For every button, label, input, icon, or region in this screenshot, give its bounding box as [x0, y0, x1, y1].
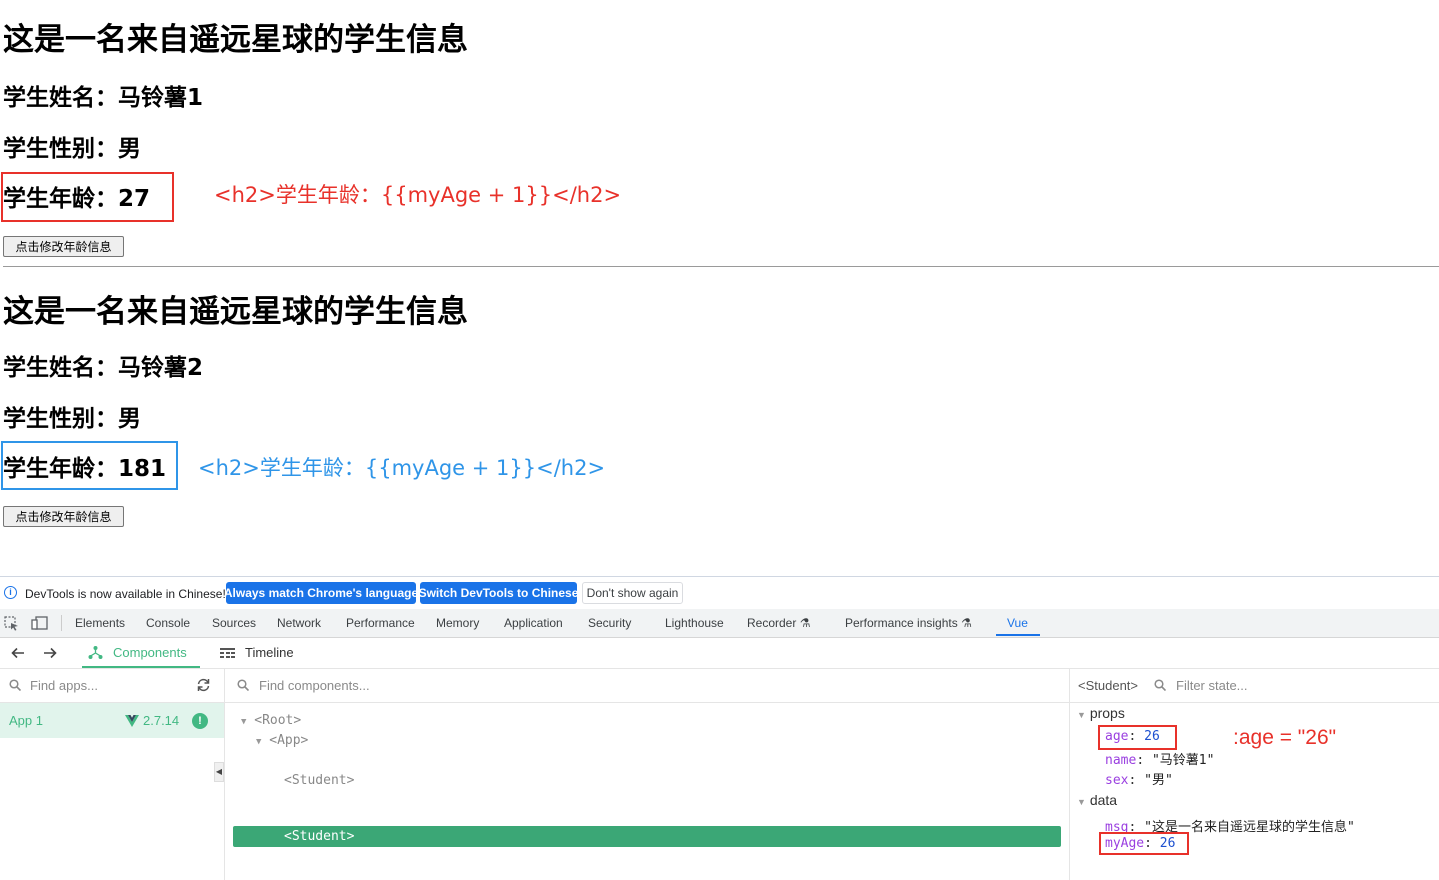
- tab-performance[interactable]: Performance: [346, 616, 415, 630]
- tab-recorder[interactable]: Recorder ⚗: [747, 616, 810, 630]
- components-icon: [88, 646, 103, 659]
- expand-triangle-icon: ▼: [1077, 797, 1086, 807]
- devtools-tabbar: Elements Console Sources Network Perform…: [0, 609, 1439, 638]
- tree-node-root[interactable]: ▼ <Root>: [241, 713, 301, 728]
- selected-component-name: <Student>: [1078, 678, 1138, 693]
- components-pane: Find components... ▼ <Root> ▼ <App> <Stu…: [225, 669, 1070, 880]
- student1-age-highlight-box: [1, 172, 174, 222]
- student2-change-age-button[interactable]: 点击修改年龄信息: [3, 506, 124, 527]
- prop-value: "男": [1144, 773, 1173, 788]
- prop-name[interactable]: name: "马铃薯1": [1105, 749, 1214, 768]
- student2-sex: 学生性别：男: [3, 406, 141, 432]
- vue-version: 2.7.14: [143, 713, 180, 728]
- flask-icon: ⚗: [799, 616, 811, 630]
- student2-age-highlight-box: [1, 441, 178, 490]
- student1-change-age-button[interactable]: 点击修改年龄信息: [3, 236, 124, 257]
- tree-node-student-2[interactable]: <Student>: [284, 773, 354, 788]
- student1-title: 这是一名来自遥远星球的学生信息: [3, 22, 468, 58]
- expand-triangle-icon: ▼: [256, 737, 262, 747]
- dont-show-again-button[interactable]: Don't show again: [582, 582, 683, 604]
- tree-node-student-selected[interactable]: <Student>: [233, 827, 1061, 847]
- tree-node-app[interactable]: ▼ <App>: [256, 733, 308, 748]
- tab-application[interactable]: Application: [504, 616, 563, 630]
- timeline-icon: [220, 648, 235, 658]
- tab-performance-insights[interactable]: Performance insights ⚗: [845, 616, 972, 630]
- refresh-icon[interactable]: [196, 678, 211, 692]
- back-arrow-icon[interactable]: [11, 646, 25, 660]
- filter-state-input[interactable]: Filter state...: [1176, 678, 1248, 693]
- search-icon: [237, 679, 249, 691]
- tab-recorder-label: Recorder: [747, 616, 797, 630]
- tree-node-label: <App>: [269, 733, 309, 748]
- prop-value: "马铃薯1": [1151, 753, 1215, 768]
- tab-console[interactable]: Console: [146, 616, 190, 630]
- search-icon: [1154, 679, 1166, 691]
- tab-elements[interactable]: Elements: [75, 616, 125, 630]
- divider: [3, 266, 1439, 267]
- tab-lighthouse[interactable]: Lighthouse: [665, 616, 724, 630]
- data-section-header[interactable]: ▼ data: [1077, 792, 1117, 808]
- tree-node-label: <Student>: [284, 829, 355, 844]
- find-components-input[interactable]: Find components...: [259, 678, 370, 693]
- state-annotation: :age = "26": [1233, 726, 1337, 749]
- student2-annotation: <h2>学生年龄：{{myAge + 1}}</h2>: [198, 456, 606, 480]
- devtools-infobar: i DevTools is now available in Chinese! …: [0, 577, 1439, 609]
- inspect-element-icon[interactable]: [4, 616, 19, 631]
- tabbar-separator: [61, 615, 62, 631]
- tab-components-label: Components: [113, 645, 187, 660]
- expand-triangle-icon: ▼: [1077, 710, 1086, 720]
- prop-key: sex: [1105, 773, 1129, 788]
- prop-age-highlight-box: [1098, 725, 1177, 750]
- expand-triangle-icon: ▼: [241, 717, 247, 727]
- components-search-divider: [225, 702, 1069, 703]
- find-apps-input[interactable]: Find apps...: [30, 678, 98, 693]
- data-myage-highlight-box: [1099, 832, 1189, 855]
- app-name: App 1: [9, 713, 43, 728]
- warning-badge-icon: !: [192, 713, 208, 729]
- flask-icon: ⚗: [961, 616, 972, 630]
- tab-components[interactable]: Components: [82, 638, 200, 668]
- tab-performance-insights-label: Performance insights: [845, 616, 958, 630]
- collapse-pane-icon[interactable]: ◀: [214, 762, 224, 782]
- student2-name: 学生姓名：马铃薯2: [3, 355, 204, 381]
- active-tab-indicator: [996, 634, 1040, 636]
- info-icon: i: [4, 586, 17, 599]
- infobar-message: DevTools is now available in Chinese!: [25, 587, 226, 601]
- tree-node-label: <Student>: [284, 773, 355, 788]
- always-match-language-button[interactable]: Always match Chrome's language: [224, 582, 418, 604]
- apps-pane: Find apps... App 1 2.7.14 ! ◀: [0, 669, 225, 880]
- app-list-item[interactable]: App 1 2.7.14 !: [0, 703, 224, 738]
- vue-logo-icon: [125, 715, 139, 727]
- state-search-divider: [1070, 702, 1439, 703]
- tab-timeline[interactable]: Timeline: [245, 645, 294, 660]
- tab-memory[interactable]: Memory: [436, 616, 479, 630]
- student1-name: 学生姓名：马铃薯1: [3, 85, 204, 111]
- devtools-panel: i DevTools is now available in Chinese! …: [0, 576, 1439, 880]
- prop-key: name: [1105, 753, 1137, 768]
- tab-vue[interactable]: Vue: [1007, 616, 1028, 630]
- search-icon: [9, 679, 21, 691]
- data-label: data: [1089, 792, 1118, 808]
- prop-sex[interactable]: sex: "男": [1105, 769, 1173, 788]
- student2-title: 这是一名来自遥远星球的学生信息: [3, 294, 468, 330]
- device-toolbar-icon[interactable]: [31, 616, 48, 631]
- student1-sex: 学生性别：男: [3, 136, 141, 162]
- tab-security[interactable]: Security: [588, 616, 631, 630]
- vue-devtools-nav: Components Timeline: [0, 638, 1439, 669]
- forward-arrow-icon[interactable]: [43, 646, 57, 660]
- switch-to-chinese-button[interactable]: Switch DevTools to Chinese: [419, 582, 578, 604]
- student1-annotation: <h2>学生年龄：{{myAge + 1}}</h2>: [214, 183, 622, 207]
- props-section-header[interactable]: ▼ props: [1077, 705, 1125, 721]
- tree-node-label: <Root>: [254, 713, 302, 728]
- tab-network[interactable]: Network: [277, 616, 321, 630]
- state-pane: <Student> Filter state... ▼ props age: 2…: [1070, 669, 1439, 880]
- tab-sources[interactable]: Sources: [212, 616, 256, 630]
- props-label: props: [1089, 705, 1125, 721]
